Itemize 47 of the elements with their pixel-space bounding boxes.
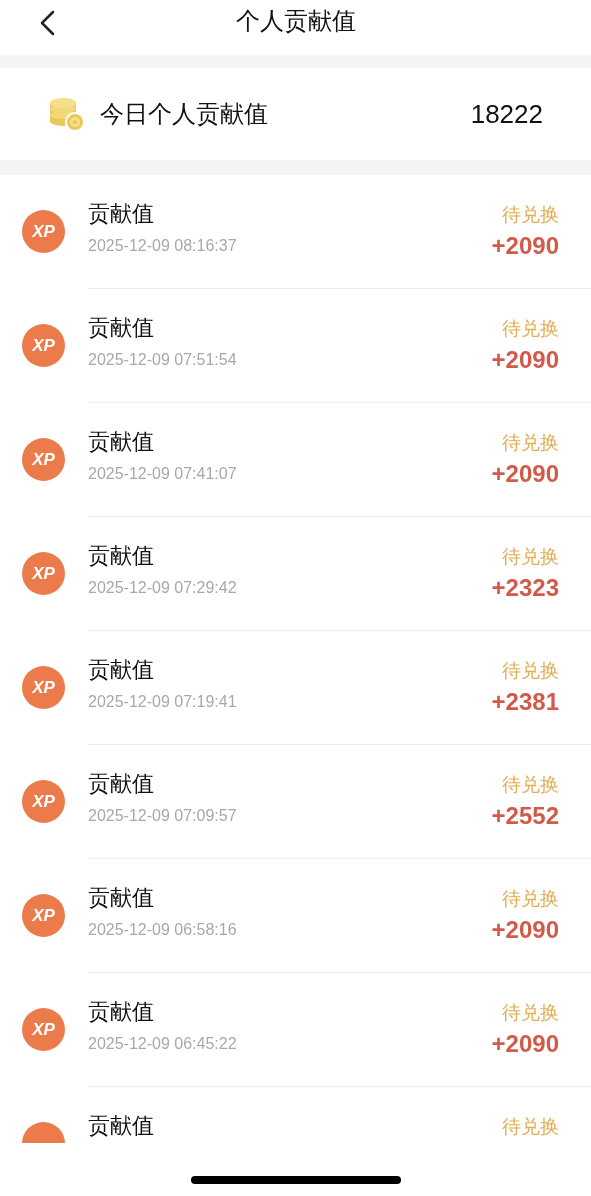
amount: +2090 [491, 345, 559, 375]
summary-value: 18222 [470, 97, 543, 131]
amount: +2090 [491, 915, 559, 945]
record-time: 2025-12-09 07:09:57 [88, 806, 237, 826]
amount: +2090 [491, 231, 559, 261]
amount: +2552 [491, 801, 559, 831]
page-title: 个人贡献值 [235, 5, 356, 37]
back-icon[interactable] [38, 10, 56, 36]
xp-badge-icon: XP [22, 666, 65, 709]
record-title: 贡献值 [88, 884, 154, 912]
status-label: 待兑换 [502, 544, 559, 569]
summary-label: 今日个人贡献值 [100, 99, 268, 130]
record-title: 贡献值 [88, 200, 154, 228]
record-title: 贡献值 [88, 770, 154, 798]
xp-badge-icon: XP [22, 780, 65, 823]
record-time: 2025-12-09 06:58:16 [88, 920, 237, 940]
status-label: 待兑换 [502, 886, 559, 911]
record-time: 2025-12-09 07:19:41 [88, 692, 237, 712]
status-label: 待兑换 [502, 316, 559, 341]
record-title: 贡献值 [88, 998, 154, 1026]
amount: +2090 [491, 459, 559, 489]
record-time: 2025-12-09 07:41:07 [88, 464, 237, 484]
record-time: 2025-12-09 06:45:22 [88, 1034, 237, 1054]
status-label: 待兑换 [502, 202, 559, 227]
record-time: 2025-12-09 08:16:37 [88, 236, 237, 256]
record-title: 贡献值 [88, 428, 154, 456]
status-label: 待兑换 [502, 430, 559, 455]
status-label: 待兑换 [502, 658, 559, 683]
xp-badge-icon: XP [22, 210, 65, 253]
status-label: 待兑换 [502, 1114, 559, 1139]
amount: +2090 [491, 1029, 559, 1059]
amount: +2381 [491, 687, 559, 717]
status-label: 待兑换 [502, 1000, 559, 1025]
record-time: 2025-12-09 07:29:42 [88, 578, 237, 598]
record-title: 贡献值 [88, 314, 154, 342]
amount: +2323 [491, 573, 559, 603]
xp-badge-icon: XP [22, 552, 65, 595]
xp-badge-icon: XP [22, 894, 65, 937]
xp-badge-icon: XP [22, 1008, 65, 1051]
coins-icon [48, 95, 86, 133]
xp-badge-icon: XP [22, 438, 65, 481]
record-time: 2025-12-09 07:51:54 [88, 350, 237, 370]
xp-badge-icon: XP [22, 324, 65, 367]
record-title: 贡献值 [88, 542, 154, 570]
record-title: 贡献值 [88, 656, 154, 684]
record-title: 贡献值 [88, 1112, 154, 1140]
status-label: 待兑换 [502, 772, 559, 797]
